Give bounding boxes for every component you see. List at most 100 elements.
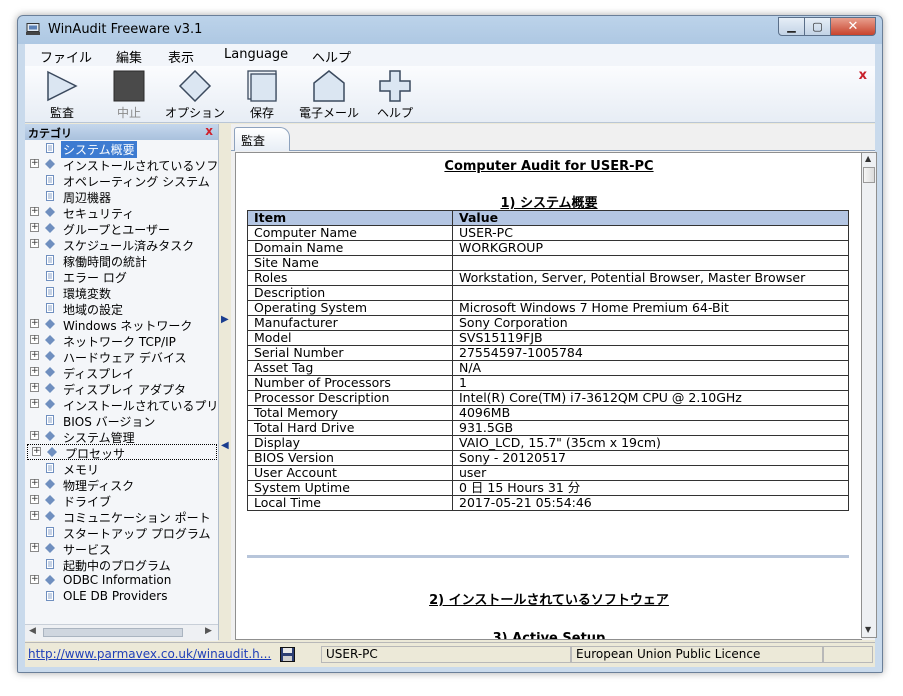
expand-plus-icon[interactable]: + bbox=[30, 431, 39, 440]
expand-plus-icon[interactable]: + bbox=[30, 207, 39, 216]
section-divider bbox=[247, 555, 849, 558]
menu-file[interactable]: ファイル bbox=[40, 47, 92, 66]
panel-splitter[interactable]: ▶ ◀ bbox=[219, 124, 231, 640]
tree-item[interactable]: + ネットワーク TCP/IP bbox=[25, 332, 218, 349]
expand-right-icon[interactable]: ▶ bbox=[221, 314, 229, 325]
tree-item[interactable]: + Windows ネットワーク bbox=[25, 316, 218, 333]
vertical-scrollbar[interactable]: ▲ ▼ bbox=[861, 152, 877, 638]
tree-item[interactable]: +インストールされているソフトウェア bbox=[25, 156, 218, 173]
expand-plus-icon[interactable]: + bbox=[30, 319, 39, 328]
tree-item[interactable]: メモリ bbox=[25, 460, 218, 477]
tree-item[interactable]: + 物理ディスク bbox=[25, 476, 218, 493]
email-button[interactable]: 電子メール bbox=[299, 70, 359, 120]
close-button[interactable]: ✕ bbox=[830, 17, 876, 36]
tree-item[interactable]: + サービス bbox=[25, 540, 218, 557]
document-icon bbox=[46, 463, 54, 473]
tree-item[interactable]: 環境変数 bbox=[25, 284, 218, 301]
tree-item[interactable]: + ディスプレイ bbox=[25, 364, 218, 381]
vertical-scroll-thumb[interactable] bbox=[863, 167, 875, 183]
expand-plus-icon[interactable]: + bbox=[30, 367, 39, 376]
expand-plus-icon[interactable]: + bbox=[30, 495, 39, 504]
tree-item[interactable]: + スケジュール済みタスク bbox=[25, 236, 218, 253]
tree-item[interactable]: + ドライブ bbox=[25, 492, 218, 509]
section-3-title[interactable]: 3) Active Setup bbox=[236, 631, 862, 639]
help-cross-icon bbox=[379, 70, 411, 102]
maximize-button[interactable]: ▢ bbox=[804, 17, 831, 36]
tree-item[interactable]: 起動中のプログラム bbox=[25, 556, 218, 573]
scroll-up-icon[interactable]: ▲ bbox=[865, 154, 871, 163]
expand-plus-icon[interactable]: + bbox=[30, 159, 39, 168]
tree-item[interactable]: + セキュリティ bbox=[25, 204, 218, 221]
website-link[interactable]: http://www.parmavex.co.uk/winaudit.h... bbox=[28, 647, 276, 661]
table-row: Local Time 2017-05-21 05:54:46 bbox=[247, 495, 849, 511]
table-row: Model SVS15119FJB bbox=[247, 330, 849, 346]
tree-item[interactable]: オペレーティング システム bbox=[25, 172, 218, 189]
tree-item[interactable]: エラー ログ bbox=[25, 268, 218, 285]
scroll-left-icon[interactable]: ◀ bbox=[29, 626, 36, 636]
tree-item[interactable]: OLE DB Providers bbox=[25, 588, 218, 604]
expand-plus-icon[interactable]: + bbox=[30, 383, 39, 392]
tree-item[interactable]: 周辺機器 bbox=[25, 188, 218, 205]
tree-item[interactable]: + プロセッサ bbox=[27, 444, 217, 461]
document-icon bbox=[46, 191, 54, 201]
stop-button[interactable]: 中止 bbox=[99, 70, 159, 120]
menu-edit[interactable]: 編集 bbox=[116, 47, 142, 66]
minimize-button[interactable]: ▁ bbox=[778, 17, 805, 36]
section-1-title[interactable]: 1) システム概要 bbox=[236, 192, 862, 211]
tree-item[interactable]: BIOS バージョン bbox=[25, 412, 218, 429]
collapse-left-icon[interactable]: ◀ bbox=[221, 440, 229, 451]
document-icon bbox=[46, 255, 54, 265]
toolbar-close-icon[interactable]: x bbox=[859, 68, 867, 83]
expand-plus-icon[interactable]: + bbox=[30, 543, 39, 552]
expand-plus-icon[interactable]: + bbox=[30, 479, 39, 488]
toolbar: 監査 中止 オプション 保存 電子メール ヘルプ x bbox=[25, 66, 875, 123]
expand-plus-icon[interactable]: + bbox=[30, 335, 39, 344]
scroll-down-icon[interactable]: ▼ bbox=[865, 625, 871, 634]
tree-item[interactable]: + ODBC Information bbox=[25, 572, 218, 588]
expand-plus-icon[interactable]: + bbox=[30, 351, 39, 360]
report-document: Computer Audit for USER-PC 1) システム概要 Ite… bbox=[235, 152, 862, 640]
table-row: Display VAIO_LCD, 15.7" (35cm x 19cm) bbox=[247, 435, 849, 451]
table-row: Asset Tag N/A bbox=[247, 360, 849, 376]
tree-item[interactable]: 地域の設定 bbox=[25, 300, 218, 317]
value-cell: USER-PC bbox=[452, 225, 849, 241]
expand-plus-icon[interactable]: + bbox=[30, 575, 39, 584]
expand-plus-icon[interactable]: + bbox=[30, 511, 39, 520]
scroll-thumb[interactable] bbox=[43, 628, 183, 637]
expand-plus-icon[interactable]: + bbox=[32, 447, 41, 456]
close-icon: ✕ bbox=[847, 19, 859, 34]
tree-item[interactable]: + ハードウェア デバイス bbox=[25, 348, 218, 365]
audit-button[interactable]: 監査 bbox=[32, 70, 92, 120]
folder-diamond-icon bbox=[45, 367, 55, 377]
minimize-icon: ▁ bbox=[787, 20, 796, 33]
tab-audit[interactable]: 監査 bbox=[234, 127, 290, 151]
menu-view[interactable]: 表示 bbox=[168, 47, 194, 66]
tree-item[interactable]: 稼働時間の統計 bbox=[25, 252, 218, 269]
stop-square-icon bbox=[113, 70, 145, 102]
value-cell: N/A bbox=[452, 360, 849, 376]
tree-item[interactable]: + グループとユーザー bbox=[25, 220, 218, 237]
category-close-icon[interactable]: x bbox=[205, 124, 213, 138]
help-button[interactable]: ヘルプ bbox=[365, 70, 425, 120]
menu-language[interactable]: Language bbox=[224, 47, 288, 62]
tree-item[interactable]: + システム管理 bbox=[25, 428, 218, 445]
save-button[interactable]: 保存 bbox=[232, 70, 292, 120]
menu-help[interactable]: ヘルプ bbox=[312, 47, 351, 66]
tree-item[interactable]: +インストールされているプリンタ bbox=[25, 396, 218, 413]
window-title: WinAudit Freeware v3.1 bbox=[48, 22, 203, 37]
options-button[interactable]: オプション bbox=[165, 70, 225, 120]
title-bar[interactable]: WinAudit Freeware v3.1 ▁ ▢ ✕ bbox=[18, 16, 882, 44]
expand-plus-icon[interactable]: + bbox=[30, 399, 39, 408]
scroll-right-icon[interactable]: ▶ bbox=[205, 626, 212, 636]
expand-plus-icon[interactable]: + bbox=[30, 239, 39, 248]
tree-item[interactable]: スタートアップ プログラム bbox=[25, 524, 218, 541]
value-cell: VAIO_LCD, 15.7" (35cm x 19cm) bbox=[452, 435, 849, 451]
value-cell: user bbox=[452, 465, 849, 481]
section-2-title[interactable]: 2) インストールされているソフトウェア bbox=[236, 589, 862, 608]
tree-item[interactable]: + ディスプレイ アダプタ bbox=[25, 380, 218, 397]
tree-item[interactable]: + コミュニケーション ポート bbox=[25, 508, 218, 525]
options-diamond-icon bbox=[178, 70, 212, 102]
horizontal-scrollbar[interactable]: ◀ ▶ bbox=[25, 624, 218, 641]
expand-plus-icon[interactable]: + bbox=[30, 223, 39, 232]
tree-item[interactable]: システム概要 bbox=[25, 140, 218, 158]
